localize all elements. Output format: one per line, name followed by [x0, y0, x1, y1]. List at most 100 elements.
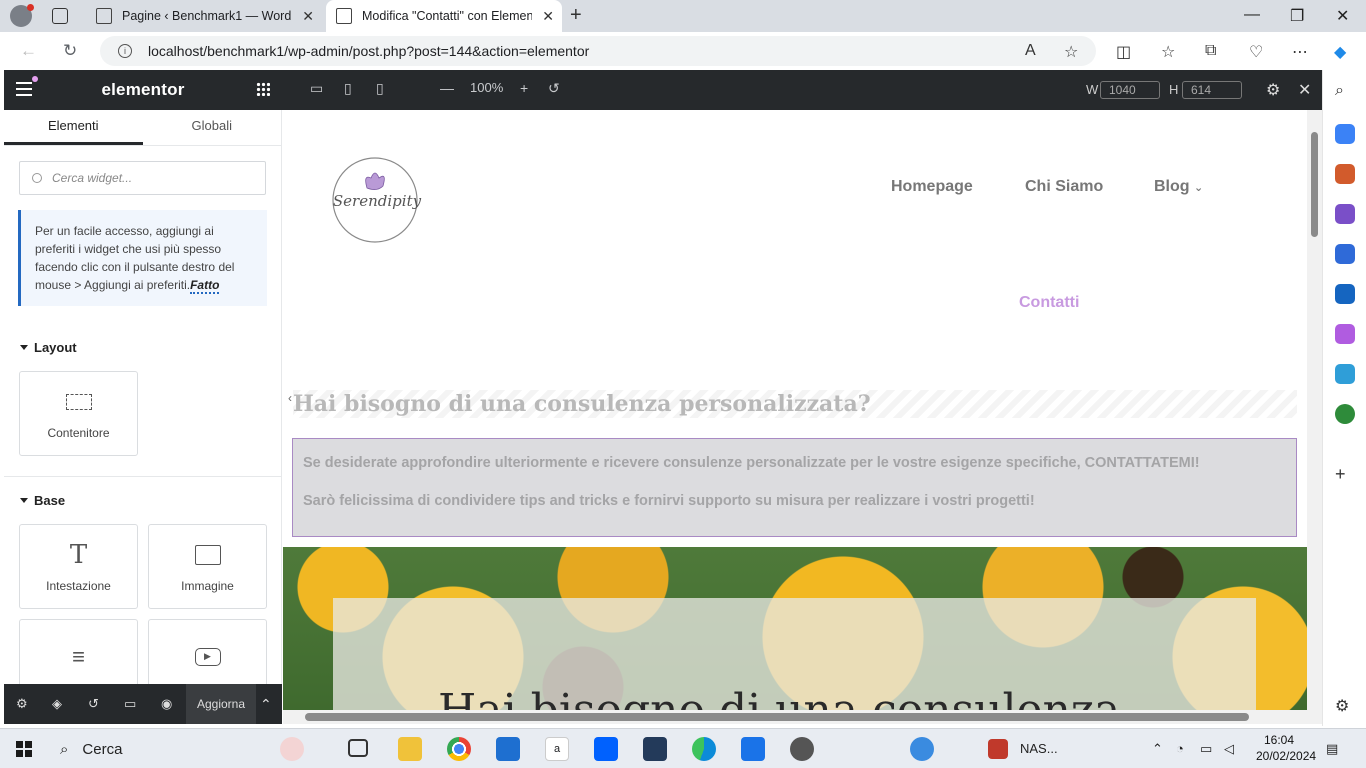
horizontal-scrollbar[interactable] — [283, 710, 1322, 724]
zoom-out-icon[interactable]: — — [440, 80, 454, 96]
close-tab-icon[interactable]: ✕ — [302, 8, 314, 25]
battery-icon[interactable]: ▭ — [1200, 741, 1212, 757]
tab-elementi[interactable]: Elementi — [4, 110, 143, 145]
windows-start-icon[interactable] — [16, 741, 32, 757]
height-input[interactable]: 614 — [1182, 81, 1242, 99]
microsoft365-icon[interactable] — [1335, 244, 1355, 264]
tab-modifica-contatti[interactable]: Modifica "Contatti" con Elementor ✕ — [326, 0, 562, 32]
close-icon[interactable]: ✕ — [1298, 80, 1311, 100]
help-icon[interactable] — [910, 737, 934, 761]
minimize-button[interactable]: — — [1244, 6, 1260, 24]
volume-icon[interactable]: ◁ — [1224, 741, 1234, 757]
network-icon[interactable]: ◔ — [1176, 741, 1184, 756]
responsive-mode-icon[interactable]: ▭ — [124, 696, 138, 711]
nas-label[interactable]: NAS... — [1020, 741, 1058, 756]
preview-eye-icon[interactable]: ◉ — [161, 696, 175, 711]
designer-icon[interactable] — [1335, 324, 1355, 344]
mobile-icon[interactable]: ▯ — [376, 80, 384, 97]
games-icon[interactable] — [1335, 204, 1355, 224]
category-base[interactable]: Base — [20, 493, 265, 508]
widget-image[interactable]: Immagine — [148, 524, 267, 609]
history-icon[interactable]: ↺ — [88, 696, 102, 711]
send-icon[interactable] — [1335, 364, 1355, 384]
chevron-up-icon[interactable]: ⌃ — [260, 696, 272, 713]
zoom-level: 100% — [470, 80, 504, 95]
site-logo[interactable]: Serendipity — [319, 156, 439, 246]
reset-zoom-icon[interactable]: ↺ — [548, 80, 560, 97]
file-explorer-icon[interactable] — [398, 737, 422, 761]
tree-icon[interactable] — [1335, 404, 1355, 424]
stock-chart-icon[interactable] — [988, 739, 1008, 759]
widget-video[interactable]: ▶ — [148, 619, 267, 684]
elementor-logo: elementor — [101, 80, 185, 99]
mail-icon[interactable] — [741, 737, 765, 761]
url-field[interactable]: i localhost/benchmark1/wp-admin/post.php… — [100, 36, 1096, 66]
powershell-icon[interactable] — [643, 737, 667, 761]
copilot-icon[interactable]: ◆ — [1334, 42, 1346, 62]
close-window-button[interactable]: ✕ — [1336, 6, 1349, 26]
contact-text-box[interactable]: Se desiderate approfondire ulteriormente… — [292, 438, 1297, 537]
nav-chi-siamo[interactable]: Chi Siamo — [1025, 178, 1103, 196]
desktop-icon[interactable]: ▭ — [310, 80, 323, 97]
page-heading[interactable]: Hai bisogno di una consulenza personaliz… — [293, 390, 1297, 418]
tablet-icon[interactable]: ▯ — [344, 80, 352, 97]
banner-title[interactable]: Hai bisogno di una consulenza — [438, 685, 1120, 710]
new-tab-button[interactable]: + — [570, 4, 582, 27]
tab-actions-icon[interactable] — [52, 8, 68, 24]
app-icon[interactable] — [790, 737, 814, 761]
search-icon[interactable]: ⌕ — [1335, 82, 1355, 102]
gear-icon[interactable]: ⚙ — [1266, 80, 1280, 100]
caret-down-icon — [20, 498, 28, 503]
store-icon[interactable] — [496, 737, 520, 761]
update-button[interactable]: Aggiorna — [186, 684, 256, 724]
dropbox-icon[interactable] — [594, 737, 618, 761]
back-icon[interactable]: ← — [20, 41, 37, 61]
tools-icon[interactable] — [1335, 164, 1355, 184]
notice-dismiss-link[interactable]: Fatto — [190, 278, 220, 294]
vertical-scrollbar[interactable] — [1307, 110, 1322, 710]
more-menu-icon[interactable]: ⋯ — [1292, 42, 1308, 62]
add-icon[interactable]: + — [1335, 464, 1355, 484]
scroll-thumb[interactable] — [305, 713, 1249, 721]
settings-icon[interactable]: ⚙ — [1335, 696, 1355, 716]
nav-contatti[interactable]: Contatti — [1019, 294, 1079, 312]
widget-search-input[interactable]: Cerca widget... — [19, 161, 266, 195]
read-aloud-icon[interactable]: A — [1025, 42, 1036, 60]
zoom-in-icon[interactable]: + — [520, 80, 528, 96]
performance-icon[interactable]: ♡ — [1249, 42, 1263, 62]
address-bar-row: ← ↻ i localhost/benchmark1/wp-admin/post… — [0, 32, 1366, 70]
close-tab-icon[interactable]: ✕ — [542, 8, 554, 25]
navigator-layers-icon[interactable]: ◈ — [52, 696, 66, 711]
clock[interactable]: 16:04 20/02/2024 — [1256, 732, 1316, 764]
tab-globali[interactable]: Globali — [143, 110, 282, 145]
category-layout[interactable]: Layout — [20, 340, 265, 355]
settings-icon[interactable]: ⚙ — [16, 696, 30, 711]
width-input[interactable]: 1040 — [1100, 81, 1160, 99]
heading-icon: T — [69, 539, 88, 570]
widget-container[interactable]: Contenitore — [19, 371, 138, 456]
nav-blog[interactable]: Blog ⌄ — [1154, 178, 1203, 196]
collections-icon[interactable]: ⧉ — [1205, 42, 1216, 60]
scroll-thumb[interactable] — [1311, 132, 1318, 237]
widget-text-editor[interactable]: ≡ — [19, 619, 138, 684]
task-view-icon[interactable] — [348, 739, 368, 757]
outlook-icon[interactable] — [1335, 284, 1355, 304]
widgets-grid-icon[interactable] — [256, 82, 270, 96]
widget-heading[interactable]: T Intestazione — [19, 524, 138, 609]
favorites-icon[interactable]: ☆ — [1161, 42, 1175, 62]
chevron-up-icon[interactable]: ⌃ — [1152, 741, 1163, 757]
tag-icon[interactable] — [1335, 124, 1355, 144]
favorite-star-icon[interactable]: ☆ — [1064, 42, 1078, 62]
amazon-icon[interactable]: a — [545, 737, 569, 761]
taskbar-search[interactable]: ⌕ Cerca — [48, 733, 276, 765]
nav-homepage[interactable]: Homepage — [891, 178, 973, 196]
edge-icon[interactable] — [692, 737, 716, 761]
reload-icon[interactable]: ↻ — [63, 41, 77, 61]
split-screen-icon[interactable]: ◫ — [1116, 42, 1131, 62]
notifications-icon[interactable]: ▤ — [1326, 741, 1338, 757]
info-icon[interactable]: i — [118, 44, 132, 58]
cake-widget-icon[interactable] — [280, 737, 304, 761]
tab-pagine[interactable]: Pagine ‹ Benchmark1 — WordPress ✕ — [86, 0, 322, 32]
chrome-icon[interactable] — [447, 737, 471, 761]
maximize-button[interactable]: ❐ — [1290, 6, 1304, 26]
